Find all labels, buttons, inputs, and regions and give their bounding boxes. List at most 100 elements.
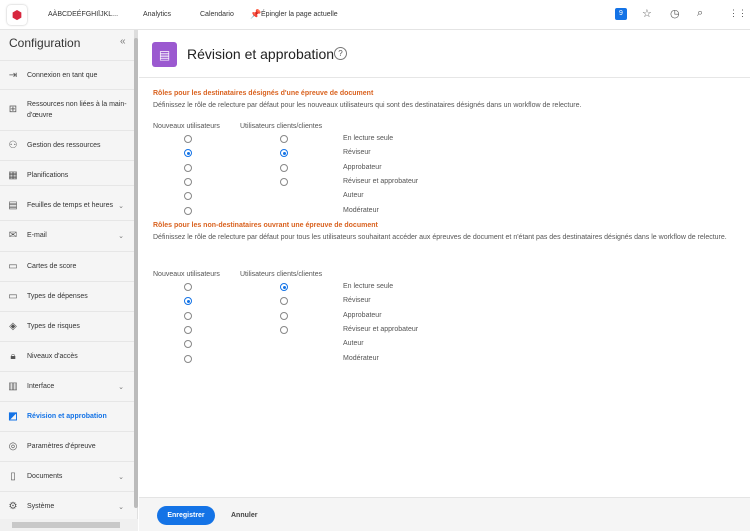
sidebar-item[interactable]: ▯ Documents ⌄ (0, 461, 134, 491)
chevron-down-icon[interactable]: ⌄ (118, 232, 124, 240)
star-icon[interactable]: ☆ (642, 7, 652, 20)
clients-radio[interactable] (280, 163, 288, 172)
sidebar-item-label: Cartes de score (27, 263, 77, 270)
cancel-button[interactable]: Annuler (231, 512, 257, 519)
apps-grid-icon[interactable]: ⋮⋮⋮ (729, 8, 750, 19)
account-name[interactable]: AÀBCDEÉFGHIÏJKL... (48, 11, 118, 18)
clients-radio[interactable] (280, 177, 288, 186)
sidebar-item[interactable]: ⚇ Gestion des ressources (0, 130, 134, 160)
app-logo[interactable]: ⬢ (7, 5, 27, 25)
new-users-radio[interactable] (184, 311, 192, 320)
sidebar-item[interactable]: ▥ Interface ⌄ (0, 371, 134, 401)
nav-calendar[interactable]: Calendario (200, 11, 234, 18)
save-button[interactable]: Enregistrer (157, 506, 215, 525)
sidebar-item-label: Système (27, 503, 55, 510)
sidebar-item[interactable]: ◎ Paramètres d'épreuve (0, 431, 134, 461)
role-label: Réviseur (343, 149, 371, 157)
proof-settings-icon: ◎ (8, 441, 18, 452)
new-users-radio[interactable] (184, 163, 192, 172)
clients-radio[interactable] (280, 297, 288, 306)
sidebar-item[interactable]: ◈ Types de risques (0, 311, 134, 341)
sidebar-item[interactable]: ✉ E-mail ⌄ (0, 220, 134, 250)
nav-analytics[interactable]: Analytics (143, 11, 171, 18)
new-users-radio[interactable] (184, 297, 192, 306)
sidebar-item[interactable]: ▤ Feuilles de temps et heures ⌄ (0, 185, 134, 225)
top-bar: ⬢ AÀBCDEÉFGHIÏJKL... Analytics Calendari… (0, 0, 750, 30)
new-users-radio[interactable] (184, 283, 192, 291)
people-icon: ⚇ (8, 140, 18, 151)
column-new-users: Nouveaux utilisateurs (153, 123, 220, 130)
role-label: Réviseur et approbateur (343, 177, 419, 185)
section-description: Définissez le rôle de relecture par défa… (153, 234, 727, 241)
role-label: En lecture seule (343, 135, 394, 142)
pin-page-link[interactable]: Épingler la page actuelle (261, 11, 338, 18)
history-icon[interactable]: ◷ (670, 7, 680, 20)
sidebar-item-label: Interface (27, 383, 55, 390)
sidebar-item-label: E-mail (27, 232, 47, 239)
role-label: Approbateur (343, 311, 382, 319)
sidebar-item[interactable]: ⇥ Connexion en tant que (0, 60, 134, 90)
resources-icon: ⊞ (8, 104, 18, 115)
chevron-down-icon[interactable]: ⌄ (118, 383, 124, 391)
new-users-radio[interactable] (184, 135, 192, 143)
sidebar-item[interactable]: ▭ Types de dépenses (0, 281, 134, 311)
scorecard-icon: ▭ (8, 261, 18, 272)
new-users-radio[interactable] (184, 340, 192, 349)
sidebar-item-label: Types de dépenses (27, 293, 88, 300)
help-icon[interactable]: ? (334, 47, 347, 60)
sidebar-item-label: Documents (27, 473, 63, 480)
new-users-radio[interactable] (184, 177, 192, 186)
sidebar-item[interactable]: ⚙ Système ⌄ (0, 491, 134, 521)
new-users-radio[interactable] (184, 192, 192, 201)
clients-radio[interactable] (280, 135, 288, 143)
document-icon: ▯ (10, 471, 16, 482)
section-heading: Rôles pour les destinataires désignés d'… (153, 90, 374, 97)
role-label: Réviseur et approbateur (343, 325, 419, 333)
new-users-radio[interactable] (184, 354, 192, 363)
sidebar: Configuration « ⇥ Connexion en tant que ⊞ R… (0, 30, 138, 531)
sidebar-item-label: Feuilles de temps et heures (27, 202, 113, 209)
sidebar-item[interactable]: ◩ Révision et approbation (0, 401, 134, 431)
chevron-down-icon[interactable]: ⌄ (118, 473, 124, 481)
sidebar-item-label: Connexion en tant que (27, 72, 98, 79)
clients-radio[interactable] (280, 325, 288, 334)
role-label: Auteur (343, 192, 364, 200)
login-icon: ⇥ (8, 70, 18, 81)
sidebar-item[interactable]: 🔒︎ Niveaux d'accès (0, 341, 134, 371)
chevron-down-icon[interactable]: ⌄ (118, 202, 124, 210)
new-users-radio[interactable] (184, 325, 192, 334)
role-label: Modérateur (343, 354, 379, 362)
review-approval-icon: ▤ (152, 42, 177, 67)
pin-icon: 📌 (250, 9, 262, 19)
notifications-badge[interactable]: 9 (615, 8, 627, 20)
sidebar-item-label: Types de risques (27, 323, 80, 330)
search-icon[interactable]: ⌕ (697, 7, 703, 20)
sidebar-item-label: Planifications (27, 172, 69, 179)
timesheet-icon: ▤ (8, 200, 18, 211)
clients-radio[interactable] (280, 149, 288, 158)
calendar-icon: ▦ (8, 170, 18, 181)
sidebar-scroll-thumb[interactable] (134, 38, 138, 508)
layout-icon: ▥ (8, 381, 18, 392)
collapse-sidebar-icon[interactable]: « (120, 36, 126, 47)
sidebar-item[interactable]: ⊞ Ressources non liées à la main-d'œuvre (0, 89, 134, 129)
sidebar-item-label: Gestion des ressources (27, 142, 101, 149)
section-heading: Rôles pour les non-destinataires ouvrant… (153, 222, 378, 229)
column-clients: Utilisateurs clients/clientes (240, 271, 323, 278)
new-users-radio[interactable] (184, 206, 192, 215)
main-content: ▤ Révision et approbation ? Rôles pour l… (139, 30, 750, 497)
sidebar-item[interactable]: ▭ Cartes de score (0, 251, 134, 281)
sidebar-item-label: Révision et approbation (27, 413, 107, 420)
sidebar-item-label: Ressources non liées à la main-d'œuvre (27, 100, 127, 119)
column-clients: Utilisateurs clients/clientes (240, 123, 323, 130)
sidebar-title: Configuration (9, 36, 81, 50)
chevron-down-icon[interactable]: ⌄ (118, 503, 124, 511)
clients-radio[interactable] (280, 283, 288, 291)
column-new-users: Nouveaux utilisateurs (153, 271, 220, 278)
sidebar-horizontal-thumb[interactable] (12, 522, 120, 528)
footer: Enregistrer Annuler (139, 497, 750, 531)
role-label: Auteur (343, 340, 364, 348)
clients-radio[interactable] (280, 311, 288, 320)
role-label: Modérateur (343, 206, 379, 214)
new-users-radio[interactable] (184, 149, 192, 158)
